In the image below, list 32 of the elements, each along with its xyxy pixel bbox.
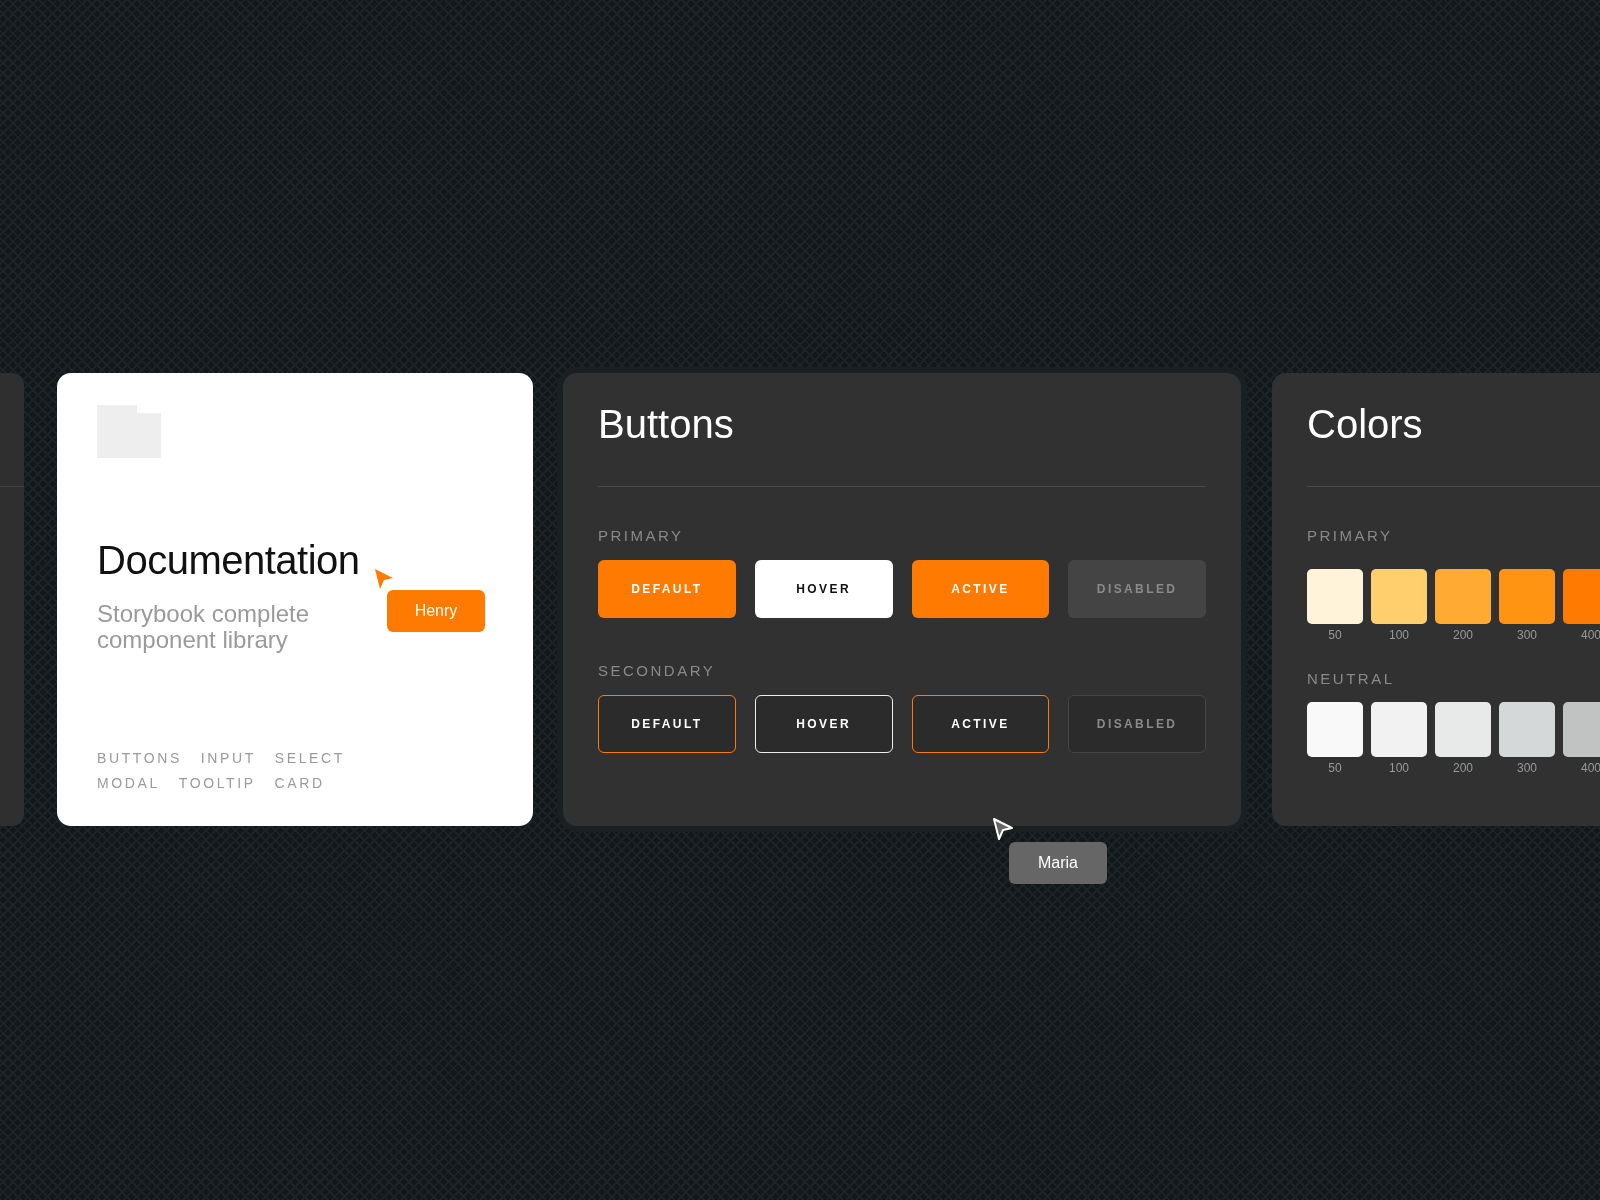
swatch-label: 100 xyxy=(1389,761,1409,775)
sample-button[interactable]: DEFAULT xyxy=(598,695,736,753)
card-title: Documentation xyxy=(97,538,360,583)
card-subtitle: Storybook complete component library xyxy=(97,601,311,653)
sample-button[interactable]: ACTIVE xyxy=(911,695,1050,753)
swatch-label: 300 xyxy=(1517,761,1537,775)
swatch-label: 300 xyxy=(1517,628,1537,642)
swatch-label: 200 xyxy=(1453,628,1473,642)
tag-label: MODAL xyxy=(97,775,160,792)
panel-title: Buttons xyxy=(598,401,735,447)
section-label: PRIMARY xyxy=(598,527,685,545)
swatch-label: 50 xyxy=(1328,628,1342,642)
tag-label: BUTTONS xyxy=(97,750,182,767)
pointer-icon xyxy=(373,567,395,591)
tag-label: SELECT xyxy=(274,750,345,767)
pointer-icon xyxy=(992,817,1014,841)
swatch-label: 400 xyxy=(1581,628,1600,642)
section-label: PRIMARY xyxy=(1307,527,1394,545)
tag-label: INPUT xyxy=(200,750,256,767)
swatch-label: 400 xyxy=(1581,761,1600,775)
swatch-label: 200 xyxy=(1453,761,1473,775)
sample-button[interactable]: HOVER xyxy=(754,695,893,753)
user-name-label: Maria xyxy=(1009,842,1107,884)
tag-label: CARD xyxy=(274,775,325,792)
tag-label: TOOLTIP xyxy=(178,775,256,792)
user-name-label: Henry xyxy=(387,590,485,632)
swatch-label: 50 xyxy=(1328,761,1342,775)
section-label: NEUTRAL xyxy=(1307,670,1396,688)
sample-button[interactable]: HOVER xyxy=(754,560,893,618)
section-label: SECONDARY xyxy=(598,662,717,680)
panel-title: Colors xyxy=(1307,401,1424,447)
swatch-label: 100 xyxy=(1389,628,1409,642)
